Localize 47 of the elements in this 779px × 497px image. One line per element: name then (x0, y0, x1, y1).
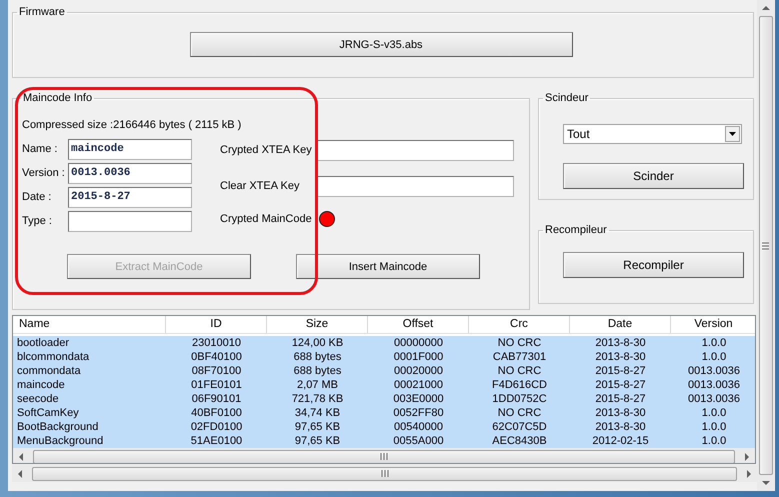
scrollbar-thumb[interactable] (758, 16, 772, 475)
recompile-button[interactable]: Recompiler (563, 252, 744, 278)
table-row[interactable]: seecode 06F90101 721,78 KB 003E0000 1DD0752C 2015-8-27 0013.0036 (13, 392, 755, 406)
input-field[interactable] (68, 210, 192, 232)
scroll-up-icon[interactable] (762, 4, 770, 12)
compressed-size-text: Compressed size :2166446 bytes ( 2115 kB ) (22, 119, 242, 131)
field-label: Clear XTEA Key (220, 180, 300, 192)
scroll-down-icon[interactable] (762, 479, 770, 487)
column-header[interactable]: Offset (368, 316, 469, 333)
table-row[interactable]: bootloader 23010010 124,00 KB 00000000 NO CRC 2013-8-30 1.0.0 (13, 336, 755, 350)
column-header[interactable]: Name (13, 316, 166, 333)
group-title: Firmware (18, 6, 66, 18)
scroll-right-icon[interactable] (745, 470, 753, 478)
scroll-left-icon[interactable] (17, 452, 25, 460)
horizontal-scrollbar[interactable] (12, 465, 757, 482)
table-row[interactable]: BootBackground 02FD0100 97,65 KB 00540000 62C07C5D 2013-8-30 1.0.0 (13, 420, 755, 434)
dropdown[interactable]: Tout (563, 124, 742, 144)
vertical-scrollbar[interactable] (757, 0, 774, 491)
column-header[interactable]: Crc (469, 316, 570, 333)
indicator-label: Crypted MainCode (220, 213, 313, 225)
file-button[interactable]: JRNG-S-v35.abs (190, 32, 572, 57)
scroll-left-icon[interactable] (16, 470, 24, 478)
scroll-right-icon[interactable] (743, 452, 751, 460)
table-row[interactable]: maincode 01FE0101 2,07 MB 00021000 F4D616CD 2015-8-27 0013.0036 (13, 378, 755, 392)
field-label: Version : (22, 167, 66, 179)
field-label: Crypted XTEA Key (220, 144, 313, 156)
field-label: Type : (22, 215, 53, 227)
group-title: Scindeur (544, 92, 590, 104)
scrollbar-thumb[interactable] (32, 466, 737, 480)
input-field[interactable]: maincode (68, 138, 192, 160)
field-label: Date : (22, 191, 52, 203)
input-field[interactable] (316, 140, 514, 160)
action-button[interactable]: Insert Maincode (296, 254, 480, 279)
table-row[interactable]: SoftCamKey 40BF0100 34,74 KB 0052FF80 NO CRC 2013-8-30 1.0.0 (13, 406, 755, 420)
field-label: Name : (22, 143, 58, 155)
column-header[interactable]: ID (166, 316, 267, 333)
table-row[interactable]: commondata 08F70100 688 bytes 00020000 NO CRC 2015-8-27 0013.0036 (13, 364, 755, 378)
input-field[interactable]: 0013.0036 (68, 162, 192, 184)
table-row[interactable]: blcommondata 0BF40100 688 bytes 0001F000 CAB77301 2013-8-30 1.0.0 (13, 350, 755, 364)
column-header[interactable]: Size (267, 316, 368, 333)
group-title: Maincode Info (22, 92, 94, 104)
split-button[interactable]: Scinder (563, 163, 744, 189)
input-field[interactable]: 2015-8-27 (68, 186, 192, 208)
column-header[interactable]: Date (570, 316, 671, 333)
table-row[interactable]: MenuBackground 51AE0100 97,65 KB 0055A000 AEC8430B 2012-02-15 1.0.0 (13, 434, 755, 448)
input-field[interactable] (316, 176, 514, 196)
group-title: Recompileur (544, 224, 608, 236)
